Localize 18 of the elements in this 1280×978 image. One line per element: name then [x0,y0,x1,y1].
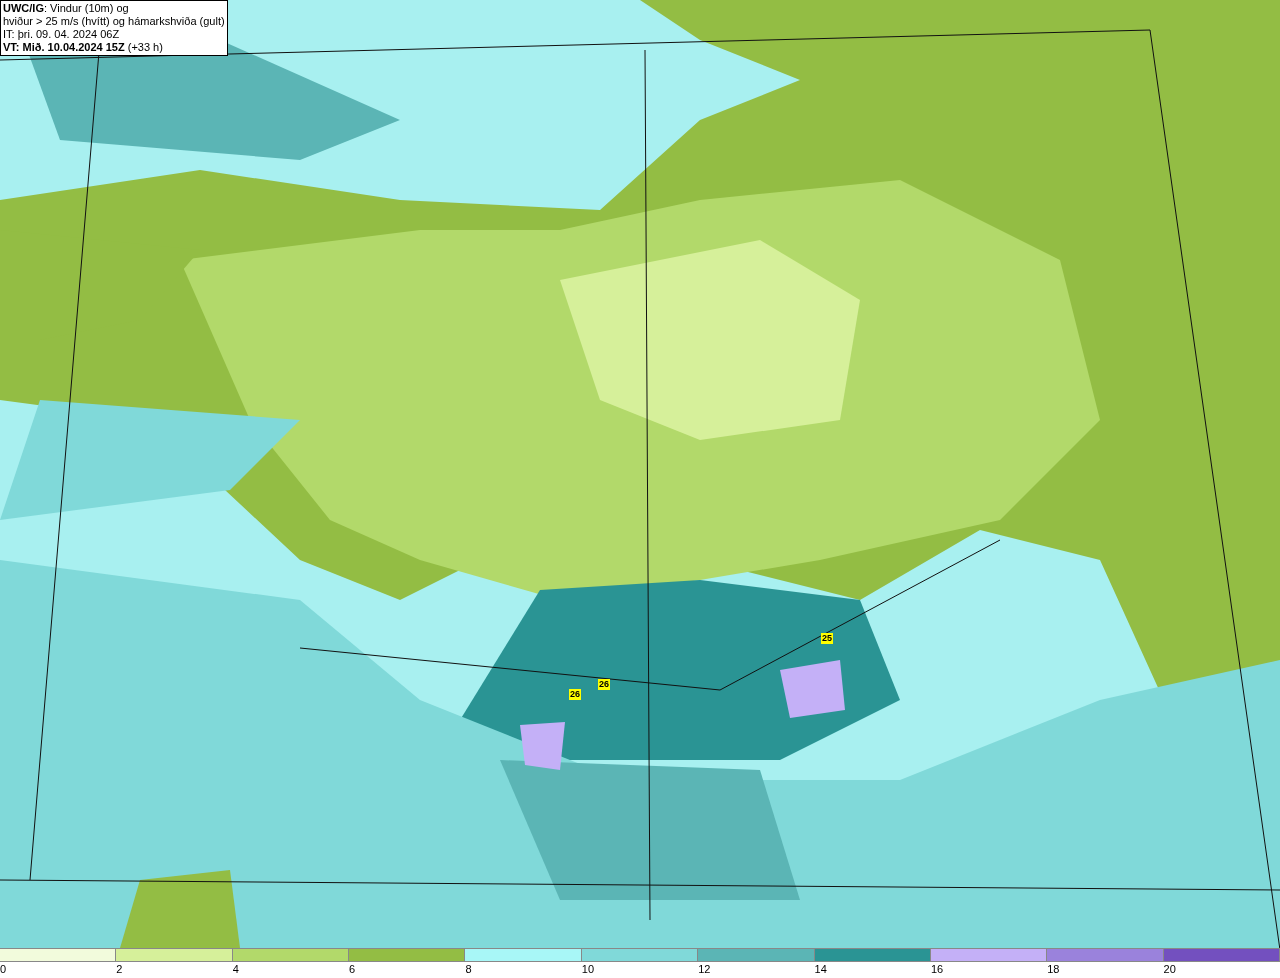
legend-tick-label: 10 [581,963,595,975]
legend-tick-label: 16 [930,963,944,975]
legend-tick-label: 12 [698,963,711,975]
title-line: VT: Mið. 10.04.2024 15Z (+33 h) [3,41,164,54]
title-line: hviður > 25 m/s (hvítt) og hámarkshviða (gult) [3,15,225,28]
legend-tick-label: 6 [349,963,356,975]
title-line: IT: þri. 09. 04. 2024 06Z [3,28,121,41]
legend-tick-label: 18 [1047,963,1060,975]
legend-tick-label: 4 [232,963,239,975]
legend-tick-label: 20 [1163,963,1176,975]
legend-tick-label: 14 [814,963,827,975]
gust-label: 25 [821,633,833,644]
legend-tick-label: 8 [465,963,472,975]
legend-tick-label: 0 [0,963,7,975]
gust-label: 26 [598,679,610,690]
legend-tick-label: 2 [116,963,123,975]
gust-label: 26 [569,689,581,700]
title-line: UWC/IG: Vindur (10m) og [3,2,130,15]
